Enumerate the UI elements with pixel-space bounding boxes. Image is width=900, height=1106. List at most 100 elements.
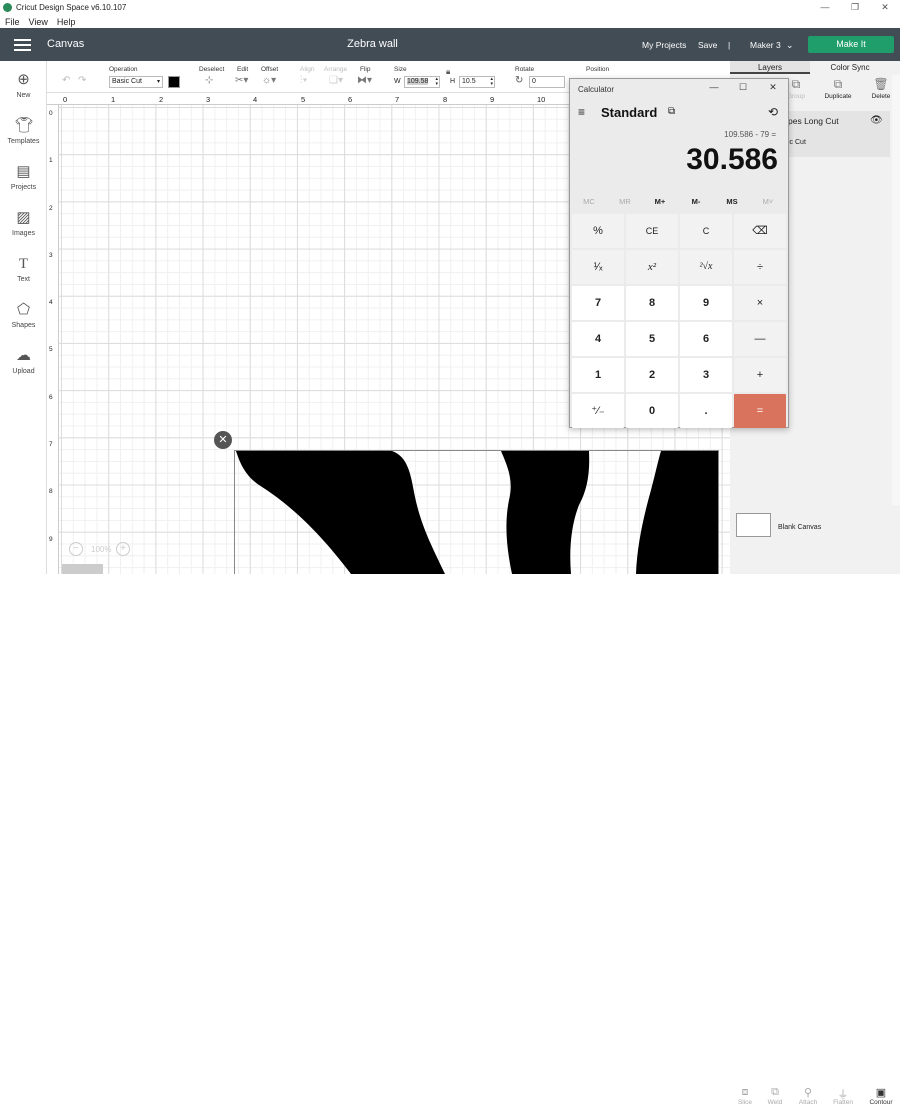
ruler-tick-label: 4 [49, 299, 53, 306]
left-sidebar: ⊕ New 👕︎ Templates ▤ Projects ▨ Images T Text… [0, 61, 47, 574]
menu-view[interactable]: View [24, 17, 52, 27]
color-swatch[interactable] [168, 76, 180, 88]
clear-entry-key[interactable]: CE [626, 214, 678, 248]
upload-icon: ☁ [16, 347, 31, 364]
square-key[interactable]: x² [626, 250, 678, 284]
decimal-key[interactable]: . [680, 394, 732, 428]
ruler-tick-label: 10 [537, 95, 546, 104]
digit-3-key[interactable]: 3 [680, 358, 732, 392]
height-input[interactable]: 10.5 ▴ ▾ [459, 76, 495, 88]
width-input[interactable]: 109.58 ▴ ▾ [404, 76, 440, 88]
digit-5-key[interactable]: 5 [626, 322, 678, 356]
deselect-icon[interactable]: ⊹ [205, 75, 213, 86]
tab-color-sync[interactable]: Color Sync [810, 61, 890, 74]
sidebar-item-upload[interactable]: ☁ Upload [0, 347, 47, 375]
zebra-stripe [501, 451, 590, 574]
restore-button[interactable]: ❐ [840, 0, 870, 15]
menu-help[interactable]: Help [52, 17, 80, 27]
square-root-key[interactable]: ²√x [680, 250, 732, 284]
contour-button[interactable]: ▣ Contour [866, 1086, 896, 1106]
zoom-out-button[interactable]: − [69, 542, 83, 556]
lock-icon[interactable]: 🔒︎ [446, 67, 450, 77]
rotate-input[interactable]: 0 [529, 76, 565, 88]
calc-minimize-button[interactable]: — [703, 82, 725, 92]
digit-4-key[interactable]: 4 [572, 322, 624, 356]
calc-close-button[interactable]: ✕ [762, 82, 784, 93]
redo-icon[interactable]: ↷ [78, 75, 86, 86]
memory-subtract-button[interactable]: M- [678, 197, 714, 206]
sidebar-item-shapes[interactable]: ⬠ Shapes [0, 301, 47, 329]
memory-list-button[interactable]: M˅ [750, 197, 786, 206]
arrange-icon[interactable]: ❏▾ [329, 75, 343, 86]
percent-key[interactable]: % [572, 214, 624, 248]
multiply-key[interactable]: × [734, 286, 786, 320]
memory-add-button[interactable]: M+ [642, 197, 678, 206]
sidebar-item-projects[interactable]: ▤ Projects [0, 163, 47, 191]
zoom-in-button[interactable]: + [116, 542, 130, 556]
memory-store-button[interactable]: MS [714, 197, 750, 206]
memory-clear-button[interactable]: MC [571, 197, 607, 206]
negate-key[interactable]: ⁺⁄₋ [572, 394, 624, 428]
digit-0-key[interactable]: 0 [626, 394, 678, 428]
contour-icon: ▣ [875, 1087, 887, 1099]
edit-tools-icon[interactable]: ✂▾ [235, 75, 248, 86]
calculator-display: 30.586 [686, 143, 778, 176]
ruler-tick-label: 5 [301, 95, 306, 104]
add-key[interactable]: + [734, 358, 786, 392]
sidebar-item-new[interactable]: ⊕ New [0, 71, 47, 99]
attach-button[interactable]: ⚲ Attach [793, 1086, 823, 1106]
history-icon[interactable]: ⟲ [768, 105, 778, 119]
tab-layers[interactable]: Layers [730, 61, 810, 74]
slice-button[interactable]: ⧈ Slice [730, 1086, 760, 1106]
reciprocal-key[interactable]: ¹⁄ₓ [572, 250, 624, 284]
close-window-button[interactable]: ✕ [870, 0, 900, 15]
digit-1-key[interactable]: 1 [572, 358, 624, 392]
undo-icon[interactable]: ↶ [62, 75, 70, 86]
minimize-button[interactable]: — [810, 0, 840, 15]
backspace-key[interactable]: ⌫ [734, 214, 786, 248]
clear-key[interactable]: C [680, 214, 732, 248]
blank-canvas-swatch[interactable] [736, 513, 771, 537]
keep-on-top-icon[interactable]: ⧉ [668, 106, 675, 117]
flatten-button[interactable]: ⏚ Flatten [828, 1086, 858, 1106]
my-projects-link[interactable]: My Projects [642, 40, 686, 50]
ruler-left: 0 1 2 3 4 5 6 7 8 9 [47, 105, 59, 574]
sidebar-item-label: Upload [12, 368, 35, 375]
offset-icon[interactable]: ☼▾ [262, 75, 276, 86]
calculator-window: Calculator — ☐ ✕ ≡ Standard ⧉ ⟲ 109.586 … [569, 78, 789, 428]
digit-7-key[interactable]: 7 [572, 286, 624, 320]
panel-scrollbar[interactable] [892, 75, 900, 505]
close-icon[interactable]: ✕ [214, 431, 232, 449]
digit-9-key[interactable]: 9 [680, 286, 732, 320]
align-icon[interactable]: ⫶▾ [300, 75, 307, 86]
hamburger-menu-icon[interactable] [14, 39, 31, 51]
calculator-mode: Standard [601, 105, 658, 120]
flip-icon[interactable]: ⧓▾ [357, 75, 372, 86]
duplicate-button[interactable]: ⧉ Duplicate [818, 77, 858, 100]
equals-key[interactable]: = [734, 394, 786, 428]
blank-canvas-label: Blank Canvas [778, 524, 822, 531]
hamburger-menu-icon[interactable]: ≡ [578, 105, 585, 119]
machine-selector[interactable]: Maker 3 [750, 40, 781, 50]
menu-file[interactable]: File [0, 17, 24, 27]
sidebar-item-templates[interactable]: 👕︎ Templates [0, 117, 47, 145]
digit-8-key[interactable]: 8 [626, 286, 678, 320]
sidebar-item-images[interactable]: ▨ Images [0, 209, 47, 237]
memory-recall-button[interactable]: MR [607, 197, 643, 206]
edit-label: Edit [237, 66, 249, 73]
save-link[interactable]: Save [698, 40, 717, 50]
digit-2-key[interactable]: 2 [626, 358, 678, 392]
height-label: H [450, 78, 456, 85]
calc-maximize-button[interactable]: ☐ [732, 82, 754, 93]
horizontal-scrollbar[interactable] [62, 564, 103, 574]
chevron-down-icon[interactable]: ⌄ [786, 40, 794, 51]
make-it-button[interactable]: Make It [808, 36, 894, 53]
sidebar-item-text[interactable]: T Text [0, 255, 47, 283]
digit-6-key[interactable]: 6 [680, 322, 732, 356]
eye-icon[interactable]: 👁︎ [870, 115, 883, 126]
operation-select[interactable]: Basic Cut ▾ [109, 76, 163, 88]
subtract-key[interactable]: — [734, 322, 786, 356]
weld-button[interactable]: ⧉ Weld [760, 1086, 790, 1106]
divide-key[interactable]: ÷ [734, 250, 786, 284]
operation-value: Basic Cut [112, 78, 142, 85]
